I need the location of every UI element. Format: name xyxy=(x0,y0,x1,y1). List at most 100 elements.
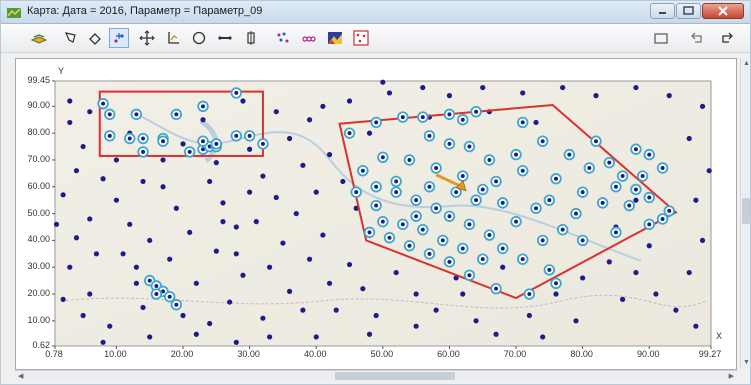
data-point xyxy=(520,90,526,96)
highlighted-point xyxy=(517,253,529,265)
data-point xyxy=(140,178,146,185)
highlighted-point xyxy=(390,175,402,188)
data-point xyxy=(253,219,259,225)
highlighted-point xyxy=(457,114,469,126)
highlighted-point xyxy=(550,173,562,185)
highlighted-point xyxy=(543,194,556,206)
highlighted-point xyxy=(656,213,669,225)
data-point xyxy=(673,307,679,313)
highlighted-point xyxy=(197,100,209,113)
data-point xyxy=(193,280,199,286)
data-point xyxy=(380,79,386,85)
scatter-map-chart[interactable] xyxy=(1,1,751,385)
scroll-down-icon[interactable]: ▼ xyxy=(743,359,750,366)
y-tick-label: 99.45 xyxy=(27,75,50,85)
highlighted-point xyxy=(443,138,456,150)
highlighted-point xyxy=(590,135,602,147)
highlighted-point xyxy=(463,269,476,281)
highlighted-point xyxy=(370,199,382,212)
highlighted-point xyxy=(377,215,389,228)
data-point xyxy=(147,334,153,340)
y-tick-label: 20.00 xyxy=(27,288,50,299)
data-point xyxy=(180,312,186,319)
highlighted-point xyxy=(410,210,422,222)
highlighted-point xyxy=(443,256,456,268)
highlighted-point xyxy=(363,226,376,239)
x-tick-label: 0.78 xyxy=(45,349,63,359)
data-point xyxy=(360,286,366,292)
highlighted-point xyxy=(243,130,256,142)
highlighted-point xyxy=(643,148,655,161)
scroll-left-icon[interactable]: ◀ xyxy=(18,372,23,380)
data-point xyxy=(233,339,239,345)
highlighted-point xyxy=(104,130,116,142)
data-point xyxy=(393,269,399,276)
highlighted-point xyxy=(656,162,669,174)
y-tick-label: 10.00 xyxy=(27,314,50,325)
highlighted-point xyxy=(137,132,149,145)
highlighted-point xyxy=(417,223,429,236)
data-point xyxy=(220,200,226,206)
x-tick-label: 80.00 xyxy=(570,349,593,359)
vertical-scrollbar[interactable]: ▲ ▼ xyxy=(740,58,750,368)
data-point xyxy=(340,178,346,185)
highlighted-point xyxy=(576,186,589,198)
highlighted-point xyxy=(517,116,529,129)
data-point xyxy=(273,194,279,201)
data-point xyxy=(267,334,273,340)
x-tick-label: 90.00 xyxy=(636,349,660,359)
highlighted-point xyxy=(163,291,176,303)
data-point xyxy=(160,157,166,163)
data-point xyxy=(606,259,612,265)
data-point xyxy=(187,229,193,235)
highlighted-point xyxy=(463,218,476,231)
highlighted-point xyxy=(510,215,522,228)
highlighted-point xyxy=(370,116,382,129)
x-axis-label: X xyxy=(716,331,723,341)
data-point xyxy=(633,269,639,276)
data-point xyxy=(73,168,80,174)
data-point xyxy=(333,307,339,313)
scroll-right-icon[interactable]: ▶ xyxy=(729,372,734,380)
data-point xyxy=(666,93,672,99)
data-point xyxy=(413,291,419,297)
data-point xyxy=(147,237,153,244)
data-point xyxy=(87,216,93,222)
highlighted-point xyxy=(536,135,549,147)
data-point xyxy=(686,269,692,276)
highlighted-point xyxy=(97,97,109,110)
scroll-up-icon[interactable]: ▲ xyxy=(743,60,750,67)
highlighted-point xyxy=(390,186,402,198)
data-point xyxy=(706,168,712,174)
highlighted-point xyxy=(576,234,589,247)
vertical-scroll-thumb[interactable] xyxy=(742,198,750,224)
data-point xyxy=(240,98,246,104)
highlighted-point xyxy=(423,248,436,260)
highlighted-point xyxy=(570,207,582,220)
horizontal-scrollbar[interactable]: ◀ ▶ xyxy=(15,370,737,381)
horizontal-scroll-thumb[interactable] xyxy=(335,372,455,380)
data-point xyxy=(207,178,213,185)
y-tick-label: 80.00 xyxy=(27,127,50,138)
data-point xyxy=(346,261,353,268)
data-point xyxy=(207,320,213,327)
data-point xyxy=(220,219,226,225)
data-point xyxy=(633,197,639,203)
data-point xyxy=(326,152,333,158)
x-tick-label: 60.00 xyxy=(437,349,460,359)
highlighted-point xyxy=(443,210,456,222)
highlighted-point xyxy=(343,127,356,139)
data-point xyxy=(420,84,426,91)
data-point xyxy=(326,280,333,286)
highlighted-point xyxy=(457,170,469,182)
highlighted-point xyxy=(563,148,576,161)
highlighted-point xyxy=(397,218,409,231)
highlighted-point xyxy=(403,154,416,166)
x-tick-label: 70.00 xyxy=(503,349,527,359)
highlighted-point xyxy=(490,175,502,188)
highlighted-point xyxy=(423,130,436,142)
data-point xyxy=(100,176,106,182)
highlighted-point xyxy=(630,143,642,155)
data-point xyxy=(300,162,306,168)
data-point xyxy=(286,135,293,142)
